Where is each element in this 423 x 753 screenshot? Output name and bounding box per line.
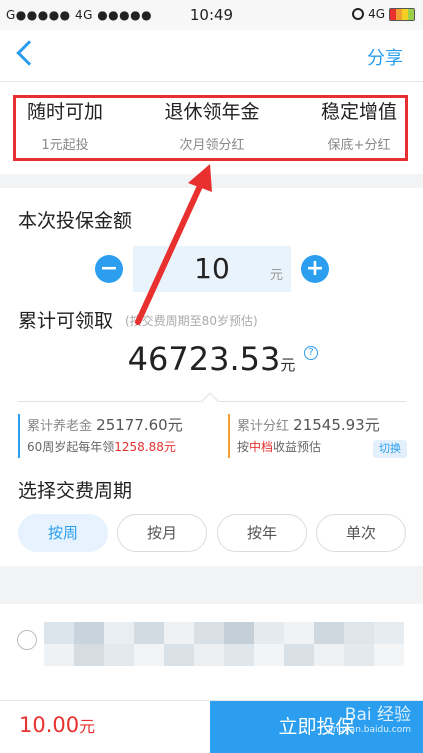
total-price: 10.00元 (19, 713, 95, 737)
blurred-content (44, 622, 404, 666)
radio-button[interactable] (17, 630, 37, 650)
watermark-text: Bai 经验 (344, 705, 411, 725)
product-row[interactable] (0, 604, 423, 700)
price-value: 10.00 (19, 713, 80, 737)
price-unit: 元 (79, 717, 96, 736)
buy-now-button[interactable]: 立即投保 Bai 经验 jingyan.baidu.com (210, 701, 423, 753)
watermark-logo: Bai 经验 jingyan.baidu.com (328, 705, 411, 736)
bottom-bar: 10.00元 立即投保 Bai 经验 jingyan.baidu.com (0, 700, 423, 753)
watermark-url: jingyan.baidu.com (327, 725, 411, 735)
